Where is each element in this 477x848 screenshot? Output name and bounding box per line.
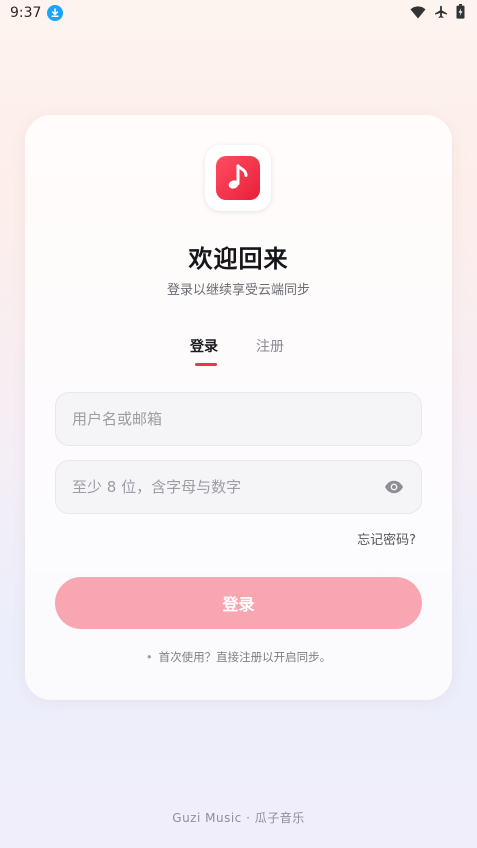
- wifi-icon: [410, 4, 426, 23]
- login-card: 欢迎回来 登录以继续享受云端同步 登录 注册 忘记密码? 登录 • 首次使用？直接…: [25, 115, 452, 700]
- status-right: [410, 3, 465, 23]
- airplane-mode-icon: [434, 4, 448, 23]
- username-input[interactable]: [72, 410, 405, 428]
- auth-tabs: 登录 注册: [25, 336, 452, 370]
- download-icon: [47, 5, 64, 21]
- bullet-icon: •: [145, 650, 153, 664]
- password-field[interactable]: [55, 460, 422, 514]
- signup-hint-text: 首次使用？直接注册以开启同步。: [158, 650, 332, 664]
- forgot-password-link[interactable]: 忘记密码?: [357, 529, 416, 548]
- tab-login[interactable]: 登录: [190, 336, 218, 356]
- login-button[interactable]: 登录: [55, 577, 422, 629]
- footer-brand: Guzi Music · 瓜子音乐: [172, 811, 305, 825]
- password-input[interactable]: [72, 478, 383, 496]
- status-left: 9:37: [10, 5, 64, 21]
- tab-register[interactable]: 注册: [256, 336, 284, 356]
- signup-hint: • 首次使用？直接注册以开启同步。: [25, 649, 452, 665]
- page-title: 欢迎回来: [188, 245, 289, 273]
- battery-icon: [456, 3, 465, 23]
- page-subtitle: 登录以继续享受云端同步: [166, 283, 310, 298]
- eye-icon[interactable]: [383, 476, 405, 498]
- status-time: 9:37: [10, 5, 42, 21]
- status-bar: 9:37: [0, 0, 477, 26]
- username-field[interactable]: [55, 392, 422, 446]
- music-note-icon: [216, 156, 260, 200]
- app-logo: [205, 145, 271, 211]
- active-tab-indicator: [195, 363, 217, 366]
